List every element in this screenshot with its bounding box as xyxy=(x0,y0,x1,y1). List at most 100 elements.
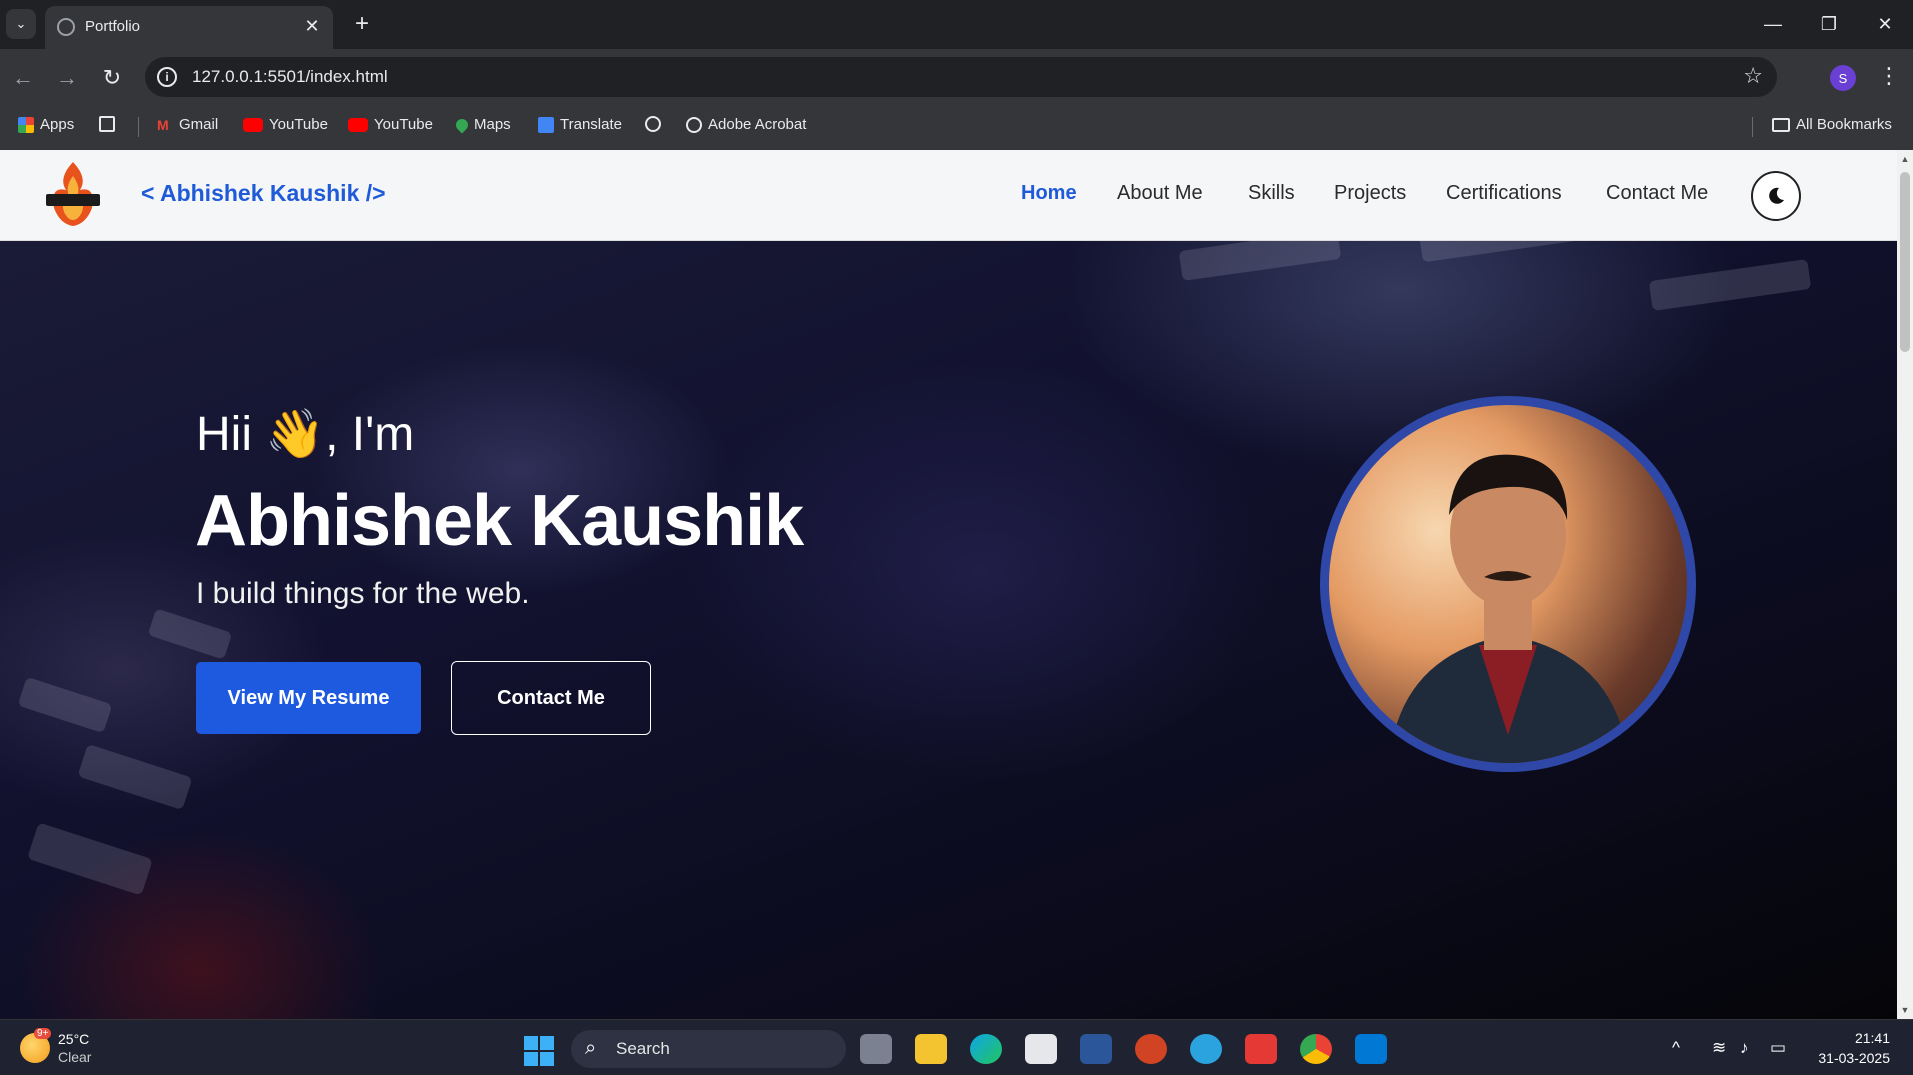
bookmark-label: Maps xyxy=(474,116,511,133)
search-icon: ⌕ xyxy=(585,1037,597,1059)
url-text[interactable]: 127.0.0.1:5501/index.html xyxy=(192,67,388,87)
keyboard-background xyxy=(147,608,233,660)
profile-photo xyxy=(1320,396,1696,772)
weather-condition: Clear xyxy=(58,1049,92,1065)
tab-search-button[interactable]: ⌄ xyxy=(6,9,36,39)
profile-avatar[interactable]: S xyxy=(1830,65,1856,91)
maps-pin-icon xyxy=(453,116,471,133)
bookmark-separator xyxy=(138,117,139,137)
search-label: Search xyxy=(616,1039,670,1058)
greeting: Hii 👋, I'm xyxy=(196,405,414,462)
bookmark-star-icon[interactable]: ☆ xyxy=(1743,63,1763,89)
globe-icon xyxy=(686,116,702,133)
wifi-icon[interactable]: ≋ xyxy=(1712,1038,1726,1058)
file-explorer-icon[interactable] xyxy=(915,1034,947,1064)
forward-button[interactable]: → xyxy=(52,63,82,93)
page-scrollbar[interactable]: ▲ ▼ xyxy=(1897,150,1913,1019)
bookmark-translate[interactable]: Translate xyxy=(538,116,622,133)
keyboard-background xyxy=(77,743,193,811)
youtube-icon xyxy=(348,117,368,132)
all-bookmarks-label: All Bookmarks xyxy=(1796,116,1892,133)
bookmark-youtube-2[interactable]: YouTube xyxy=(348,116,433,133)
keyboard-background xyxy=(1648,259,1812,311)
contact-me-button[interactable]: Contact Me xyxy=(451,661,651,735)
extensions-grid-icon[interactable] xyxy=(99,116,115,132)
site-header: < Abhishek Kaushik /> Home About Me Skil… xyxy=(0,150,1897,241)
hero-section: Hii 👋, I'm Abhishek Kaushik I build thin… xyxy=(0,150,1897,1019)
grid-icon xyxy=(99,116,115,132)
bookmark-label: YouTube xyxy=(374,116,433,133)
edge-icon[interactable] xyxy=(970,1034,1002,1064)
browser-toolbar: ← → ↻ i 127.0.0.1:5501/index.html ☆ S ⋮ xyxy=(0,49,1913,105)
taskbar-search[interactable]: ⌕ Search xyxy=(571,1030,846,1068)
site-info-icon[interactable]: i xyxy=(157,67,177,87)
bookmark-maps[interactable]: Maps xyxy=(453,116,511,133)
telegram-icon[interactable] xyxy=(1190,1034,1222,1064)
chrome-icon[interactable] xyxy=(1300,1034,1332,1064)
gmail-icon: M xyxy=(157,116,169,133)
powerpoint-icon[interactable] xyxy=(1135,1034,1167,1064)
nav-skills[interactable]: Skills xyxy=(1248,182,1295,205)
menu-kebab-icon[interactable]: ⋮ xyxy=(1878,63,1900,89)
weather-badge: 9+ xyxy=(34,1028,52,1039)
nav-projects[interactable]: Projects xyxy=(1334,182,1406,205)
bookmark-youtube-1[interactable]: YouTube xyxy=(243,116,328,133)
moon-icon xyxy=(1769,187,1784,204)
bookmark-adobe-acrobat[interactable]: Adobe Acrobat xyxy=(686,116,806,133)
view-resume-button[interactable]: View My Resume xyxy=(196,662,421,734)
bookmark-apps[interactable]: Apps xyxy=(18,116,74,133)
windows-start-icon[interactable] xyxy=(524,1036,554,1066)
nav-home[interactable]: Home xyxy=(1021,182,1077,205)
nav-about-me[interactable]: About Me xyxy=(1117,182,1203,205)
time-text: 21:41 xyxy=(1854,1030,1890,1046)
hero-name: Abhishek Kaushik xyxy=(195,481,804,561)
web-page: Hii 👋, I'm Abhishek Kaushik I build thin… xyxy=(0,150,1897,1019)
globe-icon xyxy=(645,116,661,132)
scroll-up-icon[interactable]: ▲ xyxy=(1900,154,1910,164)
greeting-text: Hii xyxy=(196,408,252,461)
word-icon[interactable] xyxy=(1080,1034,1112,1064)
greeting-suffix: , I'm xyxy=(325,408,415,461)
show-hidden-icons-icon[interactable]: ^ xyxy=(1672,1038,1680,1058)
keyboard-background xyxy=(17,676,113,734)
address-bar[interactable]: i 127.0.0.1:5501/index.html ☆ xyxy=(145,57,1777,97)
keyboard-background xyxy=(27,822,153,896)
bookmark-label: Gmail xyxy=(179,116,219,133)
close-window-button[interactable]: ✕ xyxy=(1857,0,1913,49)
globe-icon xyxy=(57,18,75,36)
site-brand[interactable]: < Abhishek Kaushik /> xyxy=(141,180,386,207)
scroll-down-icon[interactable]: ▼ xyxy=(1900,1005,1910,1015)
folder-icon xyxy=(1772,117,1790,132)
hellfire-logo xyxy=(46,162,100,226)
battery-icon[interactable]: ▭ xyxy=(1770,1038,1786,1058)
reload-button[interactable]: ↻ xyxy=(97,63,127,93)
vscode-icon[interactable] xyxy=(1355,1034,1387,1064)
bookmark-globe[interactable] xyxy=(645,116,661,132)
microsoft-store-icon[interactable] xyxy=(1025,1034,1057,1064)
windows-taskbar: 25°C Clear 9+ ⌕ Search ^ ≋ ♪ ▭ 21:41 31-… xyxy=(0,1019,1913,1075)
restore-button[interactable]: ❐ xyxy=(1801,0,1857,49)
nav-certifications[interactable]: Certifications xyxy=(1446,182,1562,205)
bookmarks-bar: Apps M Gmail YouTube YouTube Maps Transl… xyxy=(0,105,1913,150)
wave-emoji-icon: 👋 xyxy=(265,408,326,461)
tab-close-icon[interactable]: ✕ xyxy=(301,15,323,37)
all-bookmarks[interactable]: All Bookmarks xyxy=(1772,116,1892,133)
theme-toggle-button[interactable] xyxy=(1751,171,1801,221)
new-tab-button[interactable]: + xyxy=(348,10,376,38)
hero-tagline: I build things for the web. xyxy=(196,577,530,610)
browser-tab[interactable]: Portfolio ✕ xyxy=(45,6,333,49)
scrollbar-thumb[interactable] xyxy=(1900,172,1910,352)
back-button[interactable]: ← xyxy=(8,63,38,93)
minimize-button[interactable]: — xyxy=(1745,0,1801,49)
bookmark-label: Apps xyxy=(40,116,75,133)
bookmark-gmail[interactable]: M Gmail xyxy=(157,116,218,133)
youtube-icon xyxy=(243,117,263,132)
volume-icon[interactable]: ♪ xyxy=(1740,1038,1749,1058)
task-view-icon[interactable] xyxy=(860,1034,892,1064)
apps-grid-icon xyxy=(18,116,34,133)
nav-contact-me[interactable]: Contact Me xyxy=(1606,182,1708,205)
acrobat-icon[interactable] xyxy=(1245,1034,1277,1064)
clock[interactable]: 21:41 31-03-2025 xyxy=(1800,1028,1890,1068)
bookmark-label: YouTube xyxy=(269,116,328,133)
weather-widget[interactable]: 25°C Clear xyxy=(20,1030,91,1066)
